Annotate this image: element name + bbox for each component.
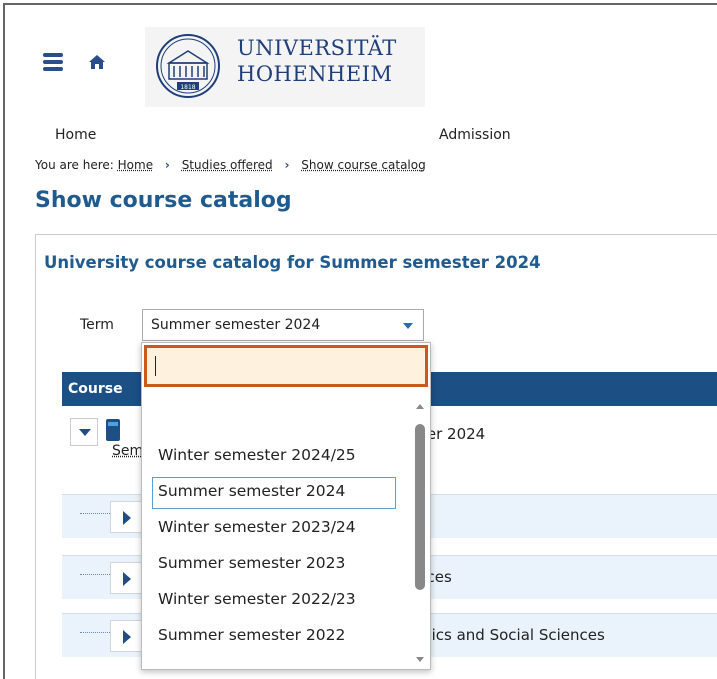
tree-expand-toggle[interactable] — [110, 562, 142, 594]
tree-expand-toggle[interactable] — [110, 620, 142, 652]
nav-item-home[interactable]: Home — [55, 127, 96, 143]
breadcrumb-prefix: You are here: — [35, 158, 114, 172]
dropdown-search-field[interactable] — [144, 345, 428, 387]
breadcrumb-separator-icon: › — [164, 158, 170, 172]
svg-text:1818: 1818 — [180, 84, 195, 91]
scroll-down-icon[interactable] — [416, 657, 424, 662]
tree-collapse-toggle[interactable] — [70, 418, 98, 446]
nav-item-admission[interactable]: Admission — [439, 127, 511, 143]
breadcrumb-studies-offered[interactable]: Studies offered — [182, 158, 273, 172]
dropdown-option[interactable]: Winter semester 2024/25 — [152, 441, 396, 473]
term-dropdown: Winter semester 2024/25 Summer semester … — [141, 342, 431, 670]
dropdown-option[interactable]: Winter semester 2022/23 — [152, 585, 396, 617]
university-logo[interactable]: 1818 UNIVERSITÄT HOHENHEIM — [145, 27, 425, 107]
page-title: Show course catalog — [35, 188, 292, 213]
logo-line-2: HOHENHEIM — [237, 62, 393, 86]
chevron-right-icon — [123, 511, 131, 525]
dropdown-scrollbar[interactable] — [413, 398, 427, 668]
dropdown-option[interactable]: Winter semester 2023/24 — [152, 513, 396, 545]
browser-frame: 1818 UNIVERSITÄT HOHENHEIM Home Admissio… — [3, 3, 717, 679]
text-cursor — [155, 356, 156, 376]
panel-title: University course catalog for Summer sem… — [44, 253, 541, 272]
chevron-down-icon — [403, 323, 413, 329]
dropdown-option[interactable]: Summer semester 2023 — [152, 549, 396, 581]
tree-branch-line — [80, 513, 110, 514]
chevron-down-icon — [79, 429, 91, 436]
term-label: Term — [80, 317, 114, 333]
scroll-up-icon[interactable] — [416, 404, 424, 409]
tree-branch-line — [80, 632, 110, 633]
course-column-label: Course — [68, 381, 123, 397]
logo-text: UNIVERSITÄT HOHENHEIM — [237, 35, 397, 87]
breadcrumb-course-catalog[interactable]: Show course catalog — [301, 158, 425, 172]
tree-branch-line — [80, 574, 110, 575]
dropdown-option[interactable]: Summer semester 2022 — [152, 621, 396, 653]
logo-line-1: UNIVERSITÄT — [237, 36, 397, 60]
chevron-right-icon — [123, 630, 131, 644]
university-seal-icon: 1818 — [156, 34, 220, 98]
home-icon[interactable] — [88, 54, 106, 70]
term-select-value: Summer semester 2024 — [151, 317, 321, 333]
term-select[interactable]: Summer semester 2024 — [142, 309, 424, 341]
chevron-right-icon — [123, 572, 131, 586]
book-icon — [106, 419, 120, 441]
dropdown-option-selected[interactable]: Summer semester 2024 — [152, 477, 396, 509]
hamburger-menu-icon[interactable] — [43, 53, 63, 71]
main-nav: Home Admission — [5, 121, 717, 151]
tree-row-label: mics and Social Sciences — [417, 626, 605, 644]
scrollbar-thumb[interactable] — [415, 424, 425, 590]
breadcrumb: You are here: Home › Studies offered › S… — [35, 158, 426, 172]
tree-expand-toggle[interactable] — [110, 501, 142, 533]
tree-root-link[interactable]: Sem — [112, 443, 143, 459]
breadcrumb-separator-icon: › — [284, 158, 290, 172]
dropdown-search-input[interactable] — [147, 348, 425, 384]
breadcrumb-home[interactable]: Home — [118, 158, 153, 172]
